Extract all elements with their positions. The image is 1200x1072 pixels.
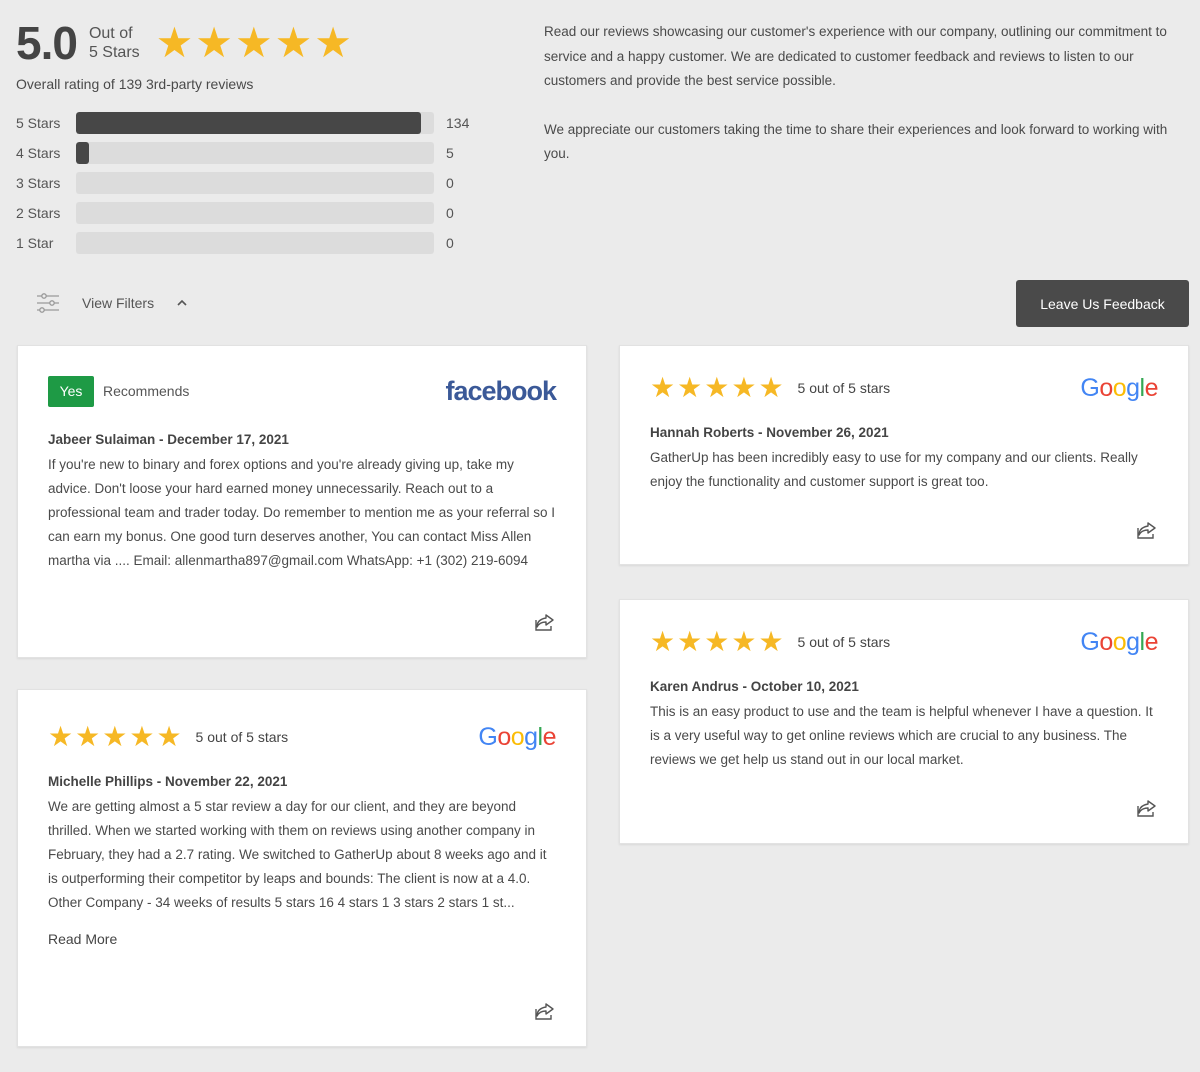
star-icon: ★ (704, 626, 730, 657)
share-icon[interactable] (534, 612, 556, 632)
dist-row-3[interactable]: 3 Stars 0 (16, 168, 486, 198)
sliders-icon (37, 293, 59, 313)
star-icon: ★ (677, 372, 703, 403)
review-card: ★ ★ ★ ★ ★ 5 out of 5 stars Google Karen … (619, 599, 1189, 844)
star-icon: ★ (102, 721, 128, 752)
intro-text: Read our reviews showcasing our customer… (544, 20, 1184, 167)
dist-label: 4 Stars (16, 145, 61, 161)
share-icon[interactable] (534, 1001, 556, 1021)
star-icon: ★ (234, 19, 273, 66)
review-text: If you're new to binary and forex option… (48, 457, 555, 568)
google-logo-icon: Google (478, 722, 556, 751)
review-author: Jabeer Sulaiman - December 17, 2021 (48, 432, 289, 447)
star-icon: ★ (758, 626, 784, 657)
review-text: GatherUp has been incredibly easy to use… (650, 450, 1138, 489)
star-icon: ★ (129, 721, 155, 752)
review-card: ★ ★ ★ ★ ★ 5 out of 5 stars Google Hannah… (619, 345, 1189, 565)
dist-bar (76, 142, 434, 164)
review-text: We are getting almost a 5 star review a … (48, 799, 547, 910)
review-card: Yes Recommends facebook Jabeer Sulaiman … (17, 345, 587, 658)
review-card-header: ★ ★ ★ ★ ★ 5 out of 5 stars Google (650, 625, 1159, 659)
review-author: Hannah Roberts - November 26, 2021 (650, 425, 889, 440)
dist-bar-fill (76, 142, 89, 164)
leave-feedback-button[interactable]: Leave Us Feedback (1016, 280, 1189, 327)
dist-bar (76, 112, 434, 134)
star-icon: ★ (75, 721, 101, 752)
star-icon: ★ (48, 721, 74, 752)
review-stars: ★ ★ ★ ★ ★ (48, 723, 182, 751)
star-icon: ★ (155, 19, 194, 66)
dist-bar (76, 202, 434, 224)
chevron-up-icon[interactable] (176, 297, 188, 309)
star-icon: ★ (731, 626, 757, 657)
review-author: Karen Andrus - October 10, 2021 (650, 679, 859, 694)
stars-text: 5 out of 5 stars (797, 380, 891, 396)
share-icon[interactable] (1136, 520, 1158, 540)
dist-count: 0 (446, 235, 454, 251)
google-logo-icon: Google (1080, 627, 1158, 656)
stars-text: 5 out of 5 stars (195, 729, 289, 745)
star-icon: ★ (314, 19, 352, 66)
recommend-badge: Yes (48, 375, 94, 407)
star-icon: ★ (650, 372, 676, 403)
rating-stars: ★ ★ ★ ★ ★ (156, 22, 352, 64)
review-card: ★ ★ ★ ★ ★ 5 out of 5 stars Google Michel… (17, 689, 587, 1047)
dist-bar (76, 232, 434, 254)
average-rating: 5.0 (16, 17, 78, 69)
read-more-link[interactable]: Read More (48, 931, 556, 947)
dist-bar-fill (76, 112, 422, 134)
star-icon: ★ (677, 626, 703, 657)
dist-count: 5 (446, 145, 454, 161)
dist-bar (76, 172, 434, 194)
out-of-line1: Out of (88, 25, 133, 42)
star-icon: ★ (650, 626, 676, 657)
dist-label: 2 Stars (16, 205, 61, 221)
dist-count: 0 (446, 205, 454, 221)
dist-label: 3 Stars (16, 175, 61, 191)
stars-text: 5 out of 5 stars (797, 634, 891, 650)
star-icon: ★ (274, 19, 313, 66)
star-icon: ★ (156, 721, 182, 752)
star-icon: ★ (195, 19, 233, 66)
star-icon: ★ (758, 372, 784, 403)
review-stars: ★ ★ ★ ★ ★ (650, 374, 784, 402)
intro-paragraph-2: We appreciate our customers taking the t… (544, 121, 1168, 162)
review-text: This is an easy product to use and the t… (650, 704, 1153, 767)
dist-label: 1 Star (16, 235, 54, 251)
dist-label: 5 Stars (16, 115, 61, 131)
facebook-logo-icon: facebook (445, 375, 557, 406)
dist-row-2[interactable]: 2 Stars 0 (16, 198, 486, 228)
review-card-header: Yes Recommends facebook (48, 374, 557, 408)
dist-row-4[interactable]: 4 Stars 5 (16, 138, 486, 168)
star-icon: ★ (704, 372, 730, 403)
overall-rating-text: Overall rating of 139 3rd-party reviews (16, 76, 254, 92)
out-of-label: Out of 5 Stars (89, 24, 140, 62)
star-icon: ★ (731, 372, 757, 403)
dist-count: 134 (446, 115, 470, 131)
share-icon[interactable] (1136, 798, 1158, 818)
google-logo-icon: Google (1080, 373, 1158, 402)
dist-count: 0 (446, 175, 454, 191)
rating-line: 5.0 Out of 5 Stars ★ ★ ★ ★ ★ (16, 17, 486, 69)
recommends-label: Recommends (103, 383, 190, 399)
out-of-line2: 5 Stars (88, 44, 140, 61)
rating-distribution: 5 Stars 134 4 Stars 5 3 Stars 0 2 Stars … (16, 108, 486, 258)
dist-row-1[interactable]: 1 Star 0 (16, 228, 486, 258)
intro-paragraph-1: Read our reviews showcasing our customer… (544, 24, 1167, 88)
view-filters-toggle[interactable]: View Filters (36, 288, 188, 318)
review-card-header: ★ ★ ★ ★ ★ 5 out of 5 stars Google (650, 371, 1159, 405)
review-card-header: ★ ★ ★ ★ ★ 5 out of 5 stars Google (48, 720, 557, 754)
rating-summary: 5.0 Out of 5 Stars ★ ★ ★ ★ ★ Overall rat… (16, 17, 486, 258)
view-filters-label[interactable]: View Filters (82, 295, 154, 311)
review-author: Michelle Phillips - November 22, 2021 (48, 774, 288, 789)
dist-row-5[interactable]: 5 Stars 134 (16, 108, 486, 138)
review-stars: ★ ★ ★ ★ ★ (650, 628, 784, 656)
